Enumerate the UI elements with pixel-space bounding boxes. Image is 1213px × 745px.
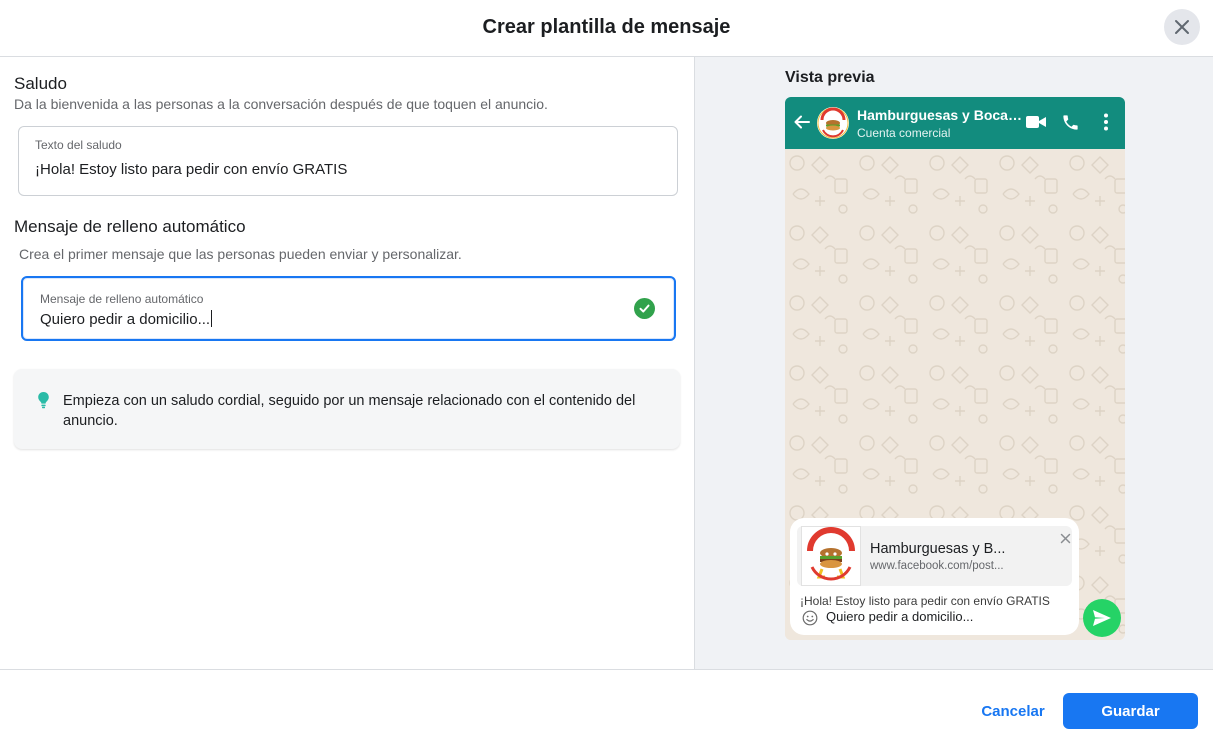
autofill-field-label: Mensaje de relleno automático — [40, 292, 204, 306]
link-title: Hamburguesas y B... — [870, 541, 1006, 557]
business-avatar — [817, 107, 849, 139]
link-thumbnail — [801, 526, 861, 586]
link-preview-card[interactable]: Hamburguesas y B... www.facebook.com/pos… — [797, 526, 1072, 586]
close-button[interactable] — [1164, 9, 1200, 45]
business-name: Hamburguesas y Bocadillos — [857, 107, 1025, 123]
video-call-icon[interactable] — [1025, 113, 1047, 131]
text-caret — [211, 310, 213, 327]
valid-check-icon — [634, 298, 655, 319]
more-options-icon[interactable] — [1103, 113, 1109, 131]
link-url: www.facebook.com/post... — [870, 560, 1004, 572]
send-button[interactable] — [1083, 599, 1121, 637]
send-icon — [1093, 610, 1111, 626]
whatsapp-preview: Hamburguesas y Bocadillos Cuenta comerci… — [785, 97, 1125, 640]
dialog-footer: Cancelar Guardar — [0, 669, 1213, 745]
dialog-title: Crear plantilla de mensaje — [482, 16, 731, 38]
composer-greeting-text: ¡Hola! Estoy listo para pedir con envío … — [800, 594, 1050, 608]
autofill-field-input[interactable]: Quiero pedir a domicilio... — [40, 310, 213, 328]
preview-title: Vista previa — [785, 69, 875, 86]
phone-call-icon[interactable] — [1061, 113, 1080, 132]
greeting-text-field[interactable]: Texto del saludo ¡Hola! Estoy listo para… — [18, 126, 678, 196]
whatsapp-header-bar: Hamburguesas y Bocadillos Cuenta comerci… — [785, 97, 1125, 149]
greeting-field-label: Texto del saludo — [35, 138, 122, 152]
autofill-field-value: Quiero pedir a domicilio... — [40, 311, 211, 328]
emoji-icon[interactable] — [802, 610, 818, 626]
cancel-button[interactable]: Cancelar — [972, 693, 1054, 729]
dialog-header: Crear plantilla de mensaje — [0, 0, 1213, 57]
lightbulb-icon — [38, 392, 49, 409]
greeting-field-value[interactable]: ¡Hola! Estoy listo para pedir con envío … — [35, 161, 347, 178]
preview-panel: Vista previa Hamburguesas y Bocadil Cuen… — [695, 57, 1213, 669]
tip-box: Empieza con un saludo cordial, seguido p… — [14, 369, 680, 449]
greeting-section-description: Da la bienvenida a las personas a la con… — [14, 96, 548, 112]
autofill-message-field[interactable]: Mensaje de relleno automático Quiero ped… — [21, 276, 676, 341]
composer-message-text[interactable]: Quiero pedir a domicilio... — [826, 609, 973, 624]
back-arrow-icon[interactable] — [793, 113, 811, 131]
business-account-type: Cuenta comercial — [857, 126, 951, 140]
message-composer[interactable]: Hamburguesas y B... www.facebook.com/pos… — [790, 518, 1079, 635]
save-button[interactable]: Guardar — [1063, 693, 1198, 729]
close-link-preview-icon[interactable] — [1060, 533, 1071, 544]
autofill-section-description: Crea el primer mensaje que las personas … — [19, 246, 462, 262]
greeting-section-title: Saludo — [14, 74, 67, 93]
tip-text: Empieza con un saludo cordial, seguido p… — [63, 393, 636, 429]
form-panel: Saludo Da la bienvenida a las personas a… — [0, 57, 694, 669]
autofill-section-title: Mensaje de relleno automático — [14, 217, 246, 236]
close-icon — [1175, 20, 1189, 34]
